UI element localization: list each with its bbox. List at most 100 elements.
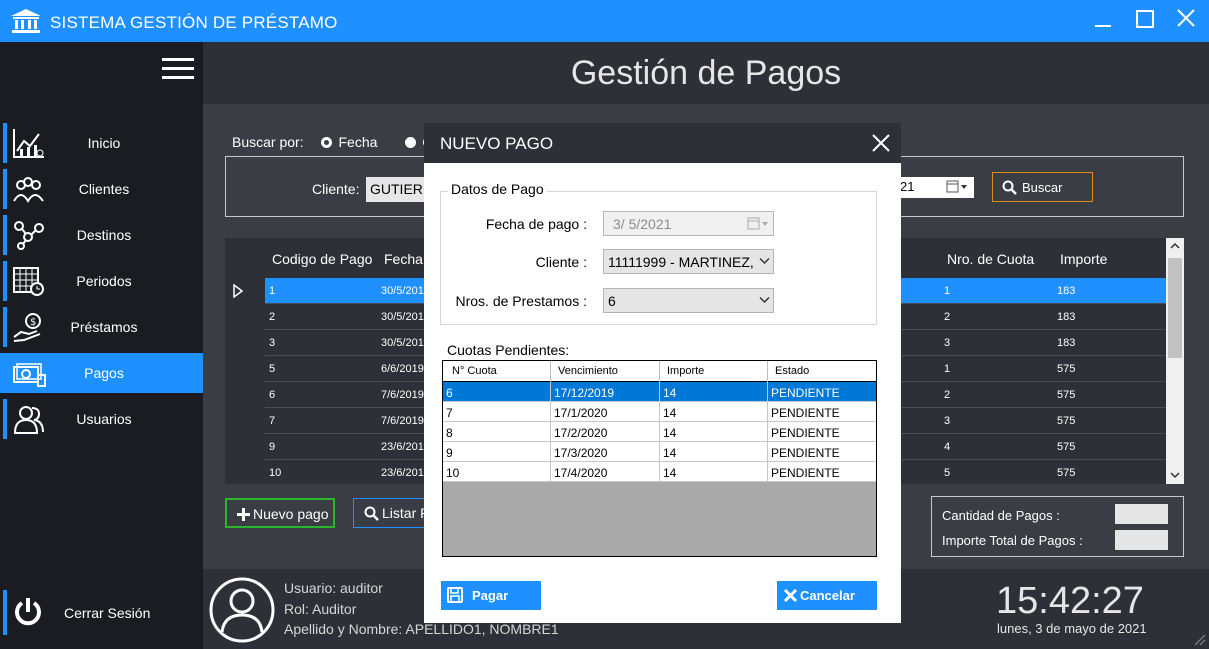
payment-date-label: Fecha de pago :	[485, 216, 587, 232]
save-icon	[447, 587, 463, 603]
new-payment-dialog: NUEVO PAGO Datos de Pago Fecha de pago :…	[424, 123, 901, 623]
logout-label: Cerrar Sesión	[64, 605, 151, 621]
maximize-icon	[1136, 10, 1154, 28]
calendar-icon	[13, 267, 44, 296]
minimize-icon	[1095, 25, 1111, 27]
avatar	[209, 577, 275, 643]
col-importe: Importe	[667, 365, 705, 377]
scroll-up-icon[interactable]	[1170, 242, 1180, 250]
plus-icon	[237, 508, 250, 521]
installment-row[interactable]: 8 17/2/2020 14 PENDIENTE	[443, 422, 876, 442]
cancel-button[interactable]: Cancelar	[777, 581, 877, 610]
loans-label: Nros. de Prestamos :	[455, 293, 588, 309]
col-fecha: Fecha	[384, 251, 423, 267]
sidebar-item-label: Usuarios	[76, 411, 132, 427]
installments-table: N° Cuota Vencimiento Importe Estado 6 17/…	[442, 360, 877, 557]
cancel-button-label: Cancelar	[800, 588, 855, 603]
installment-row[interactable]: 6 17/12/2019 14 PENDIENTE	[443, 382, 876, 402]
sidebar-item-prestamos[interactable]: $ Préstamos	[0, 307, 203, 347]
pay-button[interactable]: Pagar	[441, 581, 541, 610]
page-title: Gestión de Pagos	[203, 42, 1209, 104]
user-role: Rol: Auditor	[284, 601, 357, 617]
col-codigo: Codigo de Pago	[272, 251, 373, 267]
dialog-header: NUEVO PAGO	[424, 123, 901, 163]
client-select-value: 11111999 - MARTINEZ,	[608, 254, 754, 270]
client-select[interactable]: 11111999 - MARTINEZ,	[603, 249, 774, 274]
maximize-button[interactable]	[1131, 8, 1159, 36]
group-title: Datos de Pago	[448, 181, 547, 197]
col-estado: Estado	[775, 365, 810, 377]
sidebar-item-destinos[interactable]: Destinos	[0, 215, 203, 255]
minimize-button[interactable]	[1089, 8, 1117, 36]
sidebar-item-label: Destinos	[76, 227, 132, 243]
totals-box: Cantidad de Pagos : Importe Total de Pag…	[931, 496, 1184, 557]
installment-row[interactable]: 7 17/1/2020 14 PENDIENTE	[443, 402, 876, 422]
pay-button-label: Pagar	[472, 588, 509, 603]
sidebar-item-clientes[interactable]: Clientes	[0, 169, 203, 209]
installment-row[interactable]: 9 17/3/2020 14 PENDIENTE	[443, 442, 876, 462]
network-icon	[14, 221, 44, 250]
table-scrollbar[interactable]	[1166, 238, 1184, 484]
payment-date-value: 3/ 5/2021	[613, 216, 672, 232]
sidebar-item-pagos[interactable]: Pagos	[0, 353, 203, 393]
sidebar-item-periodos[interactable]: Periodos	[0, 261, 203, 301]
scrollbar-thumb[interactable]	[1168, 258, 1182, 358]
loans-select-value: 6	[608, 293, 616, 309]
menu-toggle-icon[interactable]	[162, 58, 194, 80]
dialog-title: NUEVO PAGO	[440, 134, 554, 153]
chevron-down-icon	[759, 257, 770, 265]
sidebar-item-label: Periodos	[76, 273, 132, 289]
radio-fecha-label: Fecha	[338, 134, 378, 150]
sidebar-item-inicio[interactable]: Inicio	[0, 123, 203, 163]
sidebar-item-label: Inicio	[87, 135, 121, 151]
logout-button[interactable]: Cerrar Sesión	[0, 590, 203, 635]
chevron-down-icon	[759, 296, 770, 304]
sidebar-item-usuarios[interactable]: Usuarios	[0, 399, 203, 439]
search-icon	[364, 506, 379, 521]
calendar-dropdown-icon	[946, 180, 967, 193]
pending-installments-title: Cuotas Pendientes:	[447, 342, 570, 358]
svg-text:$: $	[30, 317, 36, 328]
date-picker[interactable]: 21	[896, 177, 974, 198]
radio-selected-icon	[405, 137, 417, 148]
total-amount-value	[1115, 530, 1168, 550]
list-payments-button[interactable]: Listar P	[353, 498, 433, 528]
user-name: Usuario: auditor	[284, 580, 383, 596]
loans-select[interactable]: 6	[603, 288, 774, 313]
resize-grip-icon[interactable]	[1192, 632, 1206, 646]
date-value: 21	[900, 179, 915, 194]
chart-icon	[13, 129, 44, 158]
new-payment-button[interactable]: Nuevo pago	[225, 498, 335, 528]
close-icon	[872, 134, 890, 152]
installment-row[interactable]: 10 17/4/2020 14 PENDIENTE	[443, 462, 876, 482]
title-bar: SISTEMA GESTIÓN DE PRÉSTAMO	[0, 0, 1209, 42]
search-options: Buscar por: Fecha C	[232, 134, 432, 150]
dialog-close-button[interactable]	[870, 132, 892, 154]
sidebar-item-label: Pagos	[84, 365, 124, 381]
radio-fecha[interactable]: Fecha	[321, 134, 377, 150]
user-fullname: Apellido y Nombre: APELLIDO1, NOMBRE1	[284, 621, 559, 637]
close-window-button[interactable]	[1172, 8, 1200, 36]
sidebar-item-label: Préstamos	[70, 319, 138, 335]
col-cuota: Nro. de Cuota	[947, 251, 1035, 267]
sidebar-item-label: Clientes	[78, 181, 130, 197]
close-icon	[1177, 9, 1195, 27]
cancel-x-icon	[783, 588, 798, 603]
list-payments-label: Listar P	[382, 505, 430, 521]
installments-header: N° Cuota Vencimiento Importe Estado	[443, 361, 876, 382]
total-amount-label: Importe Total de Pagos :	[942, 533, 1083, 548]
bank-icon	[11, 9, 41, 33]
new-payment-label: Nuevo pago	[253, 506, 329, 522]
total-count-label: Cantidad de Pagos :	[942, 508, 1060, 523]
total-count-value	[1115, 504, 1168, 524]
calendar-dropdown-icon	[747, 217, 768, 230]
search-button[interactable]: Buscar	[992, 172, 1093, 202]
col-vencimiento: Vencimiento	[558, 365, 618, 377]
cash-icon	[13, 363, 46, 387]
client-label: Cliente :	[535, 254, 587, 270]
users-icon	[13, 406, 44, 434]
clock: 15:42:27	[996, 580, 1144, 622]
payment-date-field: 3/ 5/2021	[603, 211, 774, 236]
scroll-down-icon[interactable]	[1170, 471, 1180, 479]
col-importe: Importe	[1060, 251, 1108, 267]
